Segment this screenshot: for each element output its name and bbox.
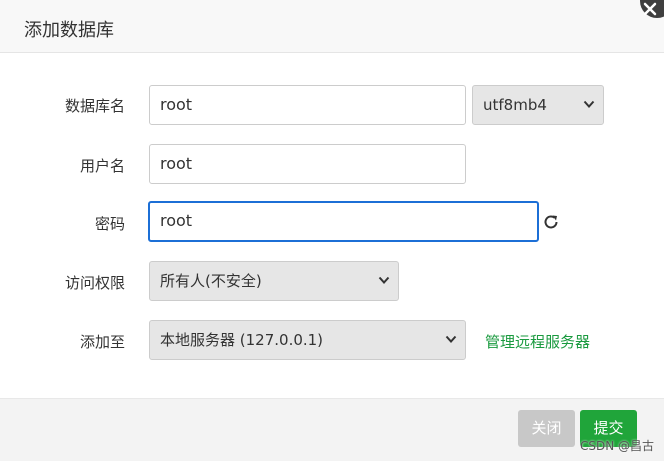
access-select[interactable]: 所有人(不安全) — [149, 261, 399, 301]
username-label: 用户名 — [79, 157, 125, 175]
username-input[interactable]: root — [149, 144, 466, 184]
charset-select-value: utf8mb4 — [483, 96, 547, 114]
server-select[interactable]: 本地服务器 (127.0.0.1) — [149, 320, 466, 360]
access-select-value: 所有人(不安全) — [160, 272, 262, 290]
charset-select[interactable]: utf8mb4 — [472, 85, 604, 125]
close-button[interactable]: 关闭 — [518, 410, 575, 447]
db-name-input[interactable]: root — [149, 85, 466, 125]
close-dialog-button[interactable] — [640, 0, 664, 18]
dialog-header: 添加数据库 — [0, 0, 664, 53]
chevron-down-icon — [583, 100, 595, 108]
server-select-value: 本地服务器 (127.0.0.1) — [160, 331, 324, 349]
add-to-label: 添加至 — [79, 333, 125, 351]
watermark: CSDN @昌古 — [580, 439, 655, 453]
db-name-label: 数据库名 — [64, 97, 125, 115]
manage-remote-servers-link[interactable]: 管理远程服务器 — [485, 331, 590, 352]
password-input[interactable]: root — [148, 201, 539, 242]
access-label: 访问权限 — [64, 274, 125, 292]
add-database-dialog: 添加数据库 数据库名 root utf8mb4 用户名 root 密码 root… — [0, 0, 664, 461]
close-icon — [643, 2, 657, 16]
dialog-title: 添加数据库 — [24, 20, 114, 41]
chevron-down-icon — [445, 335, 457, 343]
chevron-down-icon — [378, 276, 390, 284]
password-label: 密码 — [94, 215, 125, 233]
refresh-icon[interactable] — [542, 213, 560, 231]
